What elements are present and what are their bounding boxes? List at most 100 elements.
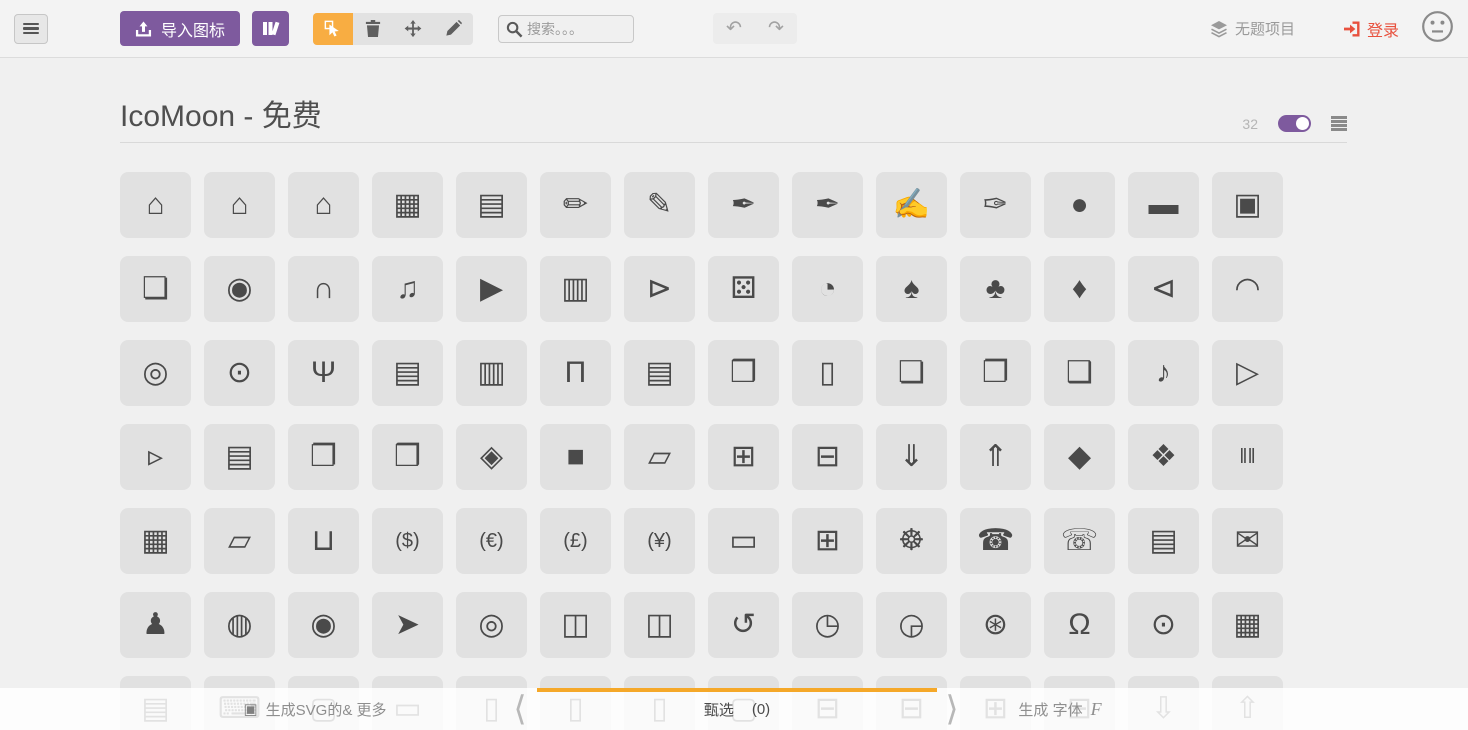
icon-tile-file-empty[interactable]: ▯	[792, 340, 863, 406]
icon-tile-file-play[interactable]: ▷	[1212, 340, 1283, 406]
icon-tile-headphones[interactable]: ∩	[288, 256, 359, 322]
icon-tile-eyedropper[interactable]: ✑	[960, 172, 1031, 238]
icon-tile-clock[interactable]: ◷	[792, 592, 863, 658]
import-icons-button[interactable]: 导入图标	[120, 11, 241, 46]
icon-tile-blog[interactable]: ✍	[876, 172, 947, 238]
icon-tile-images[interactable]: ❏	[120, 256, 191, 322]
icon-tile-phone[interactable]: ☎	[960, 508, 1031, 574]
project-menu-button[interactable]: 无题项目	[1210, 18, 1295, 39]
icon-tile-home[interactable]: ⌂	[120, 172, 191, 238]
icon-tile-envelop[interactable]: ✉	[1212, 508, 1283, 574]
icon-tile-paste[interactable]: ❒	[372, 424, 443, 490]
select-tool-button[interactable]	[313, 12, 354, 45]
icon-tile-calendar[interactable]: ▦	[1212, 592, 1283, 658]
icon-tile-clubs[interactable]: ♣	[960, 256, 1031, 322]
icon-tile-folder-minus[interactable]: ⊟	[792, 424, 863, 490]
icon-tile-image[interactable]: ▣	[1212, 172, 1283, 238]
icon-tile-folder-download[interactable]: ⇓	[876, 424, 947, 490]
icon-tile-home2[interactable]: ⌂	[204, 172, 275, 238]
icon-tile-droplet[interactable]: ●	[1044, 172, 1115, 238]
icon-tile-pacman[interactable]: ◔	[792, 256, 863, 322]
icon-tile-copy[interactable]: ❐	[288, 424, 359, 490]
icon-tile-file-text2[interactable]: ❐	[960, 340, 1031, 406]
icon-tile-diamonds[interactable]: ♦	[1044, 256, 1115, 322]
icon-tile-podcast[interactable]: ◎	[120, 340, 191, 406]
login-button[interactable]: 登录	[1343, 17, 1399, 41]
icon-tile-lifebuoy[interactable]: ☸	[876, 508, 947, 574]
icon-tile-pen[interactable]: ✒	[792, 172, 863, 238]
icon-tile-ticket[interactable]: ▱	[204, 508, 275, 574]
selection-tab[interactable]: 甄选 (0)	[537, 688, 937, 730]
icon-tile-files-empty[interactable]: ❏	[876, 340, 947, 406]
icon-tile-folder-upload[interactable]: ⇑	[960, 424, 1031, 490]
icon-tile-bell[interactable]: Ω	[1044, 592, 1115, 658]
redo-button[interactable]: ↷	[755, 13, 797, 44]
icon-tile-compass[interactable]: ➤	[372, 592, 443, 658]
icon-tile-books[interactable]: ▥	[456, 340, 527, 406]
icon-tile-map2[interactable]: ◫	[624, 592, 695, 658]
edit-tool-button[interactable]	[433, 13, 473, 45]
icon-tile-price-tag[interactable]: ◆	[1044, 424, 1115, 490]
icon-tile-file-zip[interactable]: ▤	[204, 424, 275, 490]
icon-tile-cart[interactable]: ⊔	[288, 508, 359, 574]
icon-tile-phone-hang-up[interactable]: ☏	[1044, 508, 1115, 574]
move-tool-button[interactable]	[393, 13, 433, 45]
icon-tile-stopwatch[interactable]: ⊙	[1128, 592, 1199, 658]
icon-tile-file-picture[interactable]: ❑	[1044, 340, 1115, 406]
icon-tile-film[interactable]: ▥	[540, 256, 611, 322]
icon-tile-folder-open[interactable]: ▱	[624, 424, 695, 490]
icon-tile-file-video[interactable]: ▹	[120, 424, 191, 490]
generate-svg-tab[interactable]: ▣ 生成SVG的& 更多	[150, 688, 480, 730]
icon-tile-mic[interactable]: Ψ	[288, 340, 359, 406]
icon-tile-video-camera[interactable]: ⊳	[624, 256, 695, 322]
icon-tile-library[interactable]: Π	[540, 340, 611, 406]
icon-tile-pencil[interactable]: ✏	[540, 172, 611, 238]
icon-tile-coin-euro[interactable]: (€)	[456, 508, 527, 574]
icon-tile-location2[interactable]: ◉	[288, 592, 359, 658]
set-toggle[interactable]	[1278, 115, 1311, 132]
icon-tile-book[interactable]: ▤	[372, 340, 443, 406]
icon-tile-calculator[interactable]: ⊞	[792, 508, 863, 574]
main-menu-button[interactable]	[14, 13, 48, 44]
icon-tile-coin-yen[interactable]: (¥)	[624, 508, 695, 574]
icon-tile-file-music[interactable]: ♪	[1128, 340, 1199, 406]
icon-tile-newspaper[interactable]: ▤	[456, 172, 527, 238]
icon-tile-history[interactable]: ↺	[708, 592, 779, 658]
icon-tile-dice[interactable]: ⚄	[708, 256, 779, 322]
icon-tile-qrcode[interactable]: ▦	[120, 508, 191, 574]
icon-tile-feed[interactable]: ⊙	[204, 340, 275, 406]
icon-tile-quill[interactable]: ✒	[708, 172, 779, 238]
icon-tile-bullhorn[interactable]: ⊲	[1128, 256, 1199, 322]
icon-tile-office[interactable]: ▦	[372, 172, 443, 238]
delete-tool-button[interactable]	[353, 13, 393, 45]
icon-tile-folder[interactable]: ■	[540, 424, 611, 490]
icon-tile-coin-dollar[interactable]: ($)	[372, 508, 443, 574]
icon-tile-file-text[interactable]: ▤	[624, 340, 695, 406]
icon-tile-coin-pound[interactable]: (£)	[540, 508, 611, 574]
icon-tile-credit-card[interactable]: ▭	[708, 508, 779, 574]
icon-tile-map[interactable]: ◫	[540, 592, 611, 658]
icon-tile-address-book[interactable]: ▤	[1128, 508, 1199, 574]
icon-tile-home3[interactable]: ⌂	[288, 172, 359, 238]
set-menu-icon[interactable]	[1331, 116, 1347, 131]
icon-tile-compass2[interactable]: ◎	[456, 592, 527, 658]
icon-tile-alarm[interactable]: ⊛	[960, 592, 1031, 658]
icon-tile-stack[interactable]: ◈	[456, 424, 527, 490]
icon-tile-price-tags[interactable]: ❖	[1128, 424, 1199, 490]
icon-tile-pencil2[interactable]: ✎	[624, 172, 695, 238]
icon-library-button[interactable]	[252, 11, 290, 46]
icon-tile-spades[interactable]: ♠	[876, 256, 947, 322]
icon-tile-clock2[interactable]: ◶	[876, 592, 947, 658]
icon-tile-profile[interactable]: ❒	[708, 340, 779, 406]
icon-tile-connection[interactable]: ◠	[1212, 256, 1283, 322]
prev-chevron-button[interactable]: ⟨	[505, 688, 535, 730]
icon-tile-camera[interactable]: ◉	[204, 256, 275, 322]
account-face-button[interactable]	[1421, 10, 1454, 48]
icon-tile-music[interactable]: ♫	[372, 256, 443, 322]
icon-tile-location[interactable]: ◍	[204, 592, 275, 658]
undo-button[interactable]: ↶	[713, 13, 755, 44]
icon-tile-pushpin[interactable]: ♟	[120, 592, 191, 658]
icon-tile-paint-format[interactable]: ▬	[1128, 172, 1199, 238]
icon-tile-folder-plus[interactable]: ⊞	[708, 424, 779, 490]
icon-tile-play[interactable]: ▶	[456, 256, 527, 322]
